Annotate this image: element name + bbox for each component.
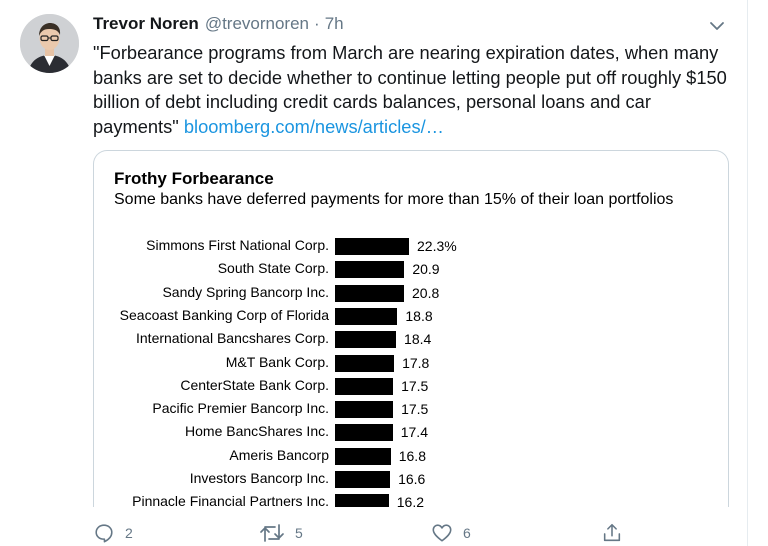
retweet-icon bbox=[259, 522, 285, 544]
bar-label: International Bancshares Corp. bbox=[136, 330, 329, 347]
bar-label: Sandy Spring Bancorp Inc. bbox=[162, 283, 329, 300]
bar-label: Pacific Premier Bancorp Inc. bbox=[152, 400, 329, 417]
bar-value-label: 16.8 bbox=[398, 447, 426, 464]
bar-value-label: 17.8 bbox=[402, 354, 430, 371]
chart-row: Ameris Bancorp 16.8 bbox=[94, 445, 728, 468]
bar-value-label: 17.5 bbox=[401, 401, 429, 418]
like-icon bbox=[431, 522, 453, 544]
bar-value-label: 17.5 bbox=[401, 377, 429, 394]
retweet-button[interactable]: 5 bbox=[259, 522, 303, 544]
bar-label: South State Corp. bbox=[217, 260, 329, 277]
chart-title: Frothy Forbearance bbox=[114, 169, 274, 188]
action-bar: 2 5 6 bbox=[0, 516, 748, 546]
bar-value-label: 20.8 bbox=[412, 284, 440, 301]
chart-row: Investors Bancorp Inc. 16.6 bbox=[94, 468, 728, 491]
bar bbox=[335, 401, 394, 419]
like-button[interactable]: 6 bbox=[431, 522, 471, 544]
bar-value-label: 18.8 bbox=[405, 307, 433, 324]
tweet[interactable]: Trevor Noren @trevornoren · 7h "Forbeara… bbox=[0, 0, 768, 546]
chart-row: Sandy Spring Bancorp Inc. 20.8 bbox=[94, 282, 728, 305]
tweet-header: Trevor Noren @trevornoren · 7h bbox=[93, 14, 344, 38]
separator-dot: · bbox=[314, 14, 320, 33]
article-link[interactable]: bloomberg.com/news/articles/… bbox=[184, 116, 444, 137]
like-count: 6 bbox=[463, 525, 471, 541]
chart-row: International Bancshares Corp. 18.4 bbox=[94, 328, 728, 351]
timeline-divider bbox=[747, 0, 748, 546]
bar-value-label: 22.3% bbox=[417, 238, 457, 254]
bar-label: Home BancShares Inc. bbox=[185, 423, 329, 440]
bar-value-label: 16.2 bbox=[396, 494, 424, 507]
bar bbox=[335, 307, 398, 325]
bar-label: M&T Bank Corp. bbox=[225, 353, 329, 370]
chart-row: Pacific Premier Bancorp Inc. 17.5 bbox=[94, 398, 728, 421]
bar-label: Ameris Bancorp bbox=[229, 446, 329, 463]
bar bbox=[335, 284, 405, 302]
reply-count: 2 bbox=[125, 525, 133, 541]
share-icon bbox=[601, 522, 623, 544]
retweet-count: 5 bbox=[295, 525, 303, 541]
bar-label: Seacoast Banking Corp of Florida bbox=[119, 306, 329, 323]
bar-label: Pinnacle Financial Partners Inc. bbox=[132, 493, 329, 507]
bar-label: Simmons First National Corp. bbox=[146, 237, 329, 253]
chart-row: CenterState Bank Corp. 17.5 bbox=[94, 375, 728, 398]
bar bbox=[335, 424, 393, 442]
author-handle[interactable]: @trevornoren bbox=[205, 14, 309, 34]
author-name[interactable]: Trevor Noren bbox=[93, 14, 199, 34]
chart-row: South State Corp. 20.9 bbox=[94, 258, 728, 281]
bar bbox=[335, 354, 395, 372]
bar bbox=[335, 238, 409, 255]
bar bbox=[335, 261, 405, 279]
chart-row: M&T Bank Corp. 17.8 bbox=[94, 352, 728, 375]
bar bbox=[335, 471, 391, 488]
bar-label: CenterState Bank Corp. bbox=[180, 376, 329, 393]
share-button[interactable] bbox=[601, 522, 623, 544]
timestamp[interactable]: 7h bbox=[325, 14, 344, 34]
chart-row: Pinnacle Financial Partners Inc. 16.2 bbox=[94, 491, 728, 507]
bar bbox=[335, 331, 397, 349]
tweet-text: "Forbearance programs from March are nea… bbox=[93, 41, 733, 139]
bar-value-label: 18.4 bbox=[404, 331, 432, 348]
bar-value-label: 16.6 bbox=[398, 471, 426, 487]
chart-row: Seacoast Banking Corp of Florida 18.8 bbox=[94, 305, 728, 328]
bar-label: Investors Bancorp Inc. bbox=[189, 470, 329, 486]
avatar[interactable] bbox=[20, 14, 79, 73]
bar bbox=[335, 494, 389, 507]
bar-value-label: 17.4 bbox=[400, 424, 428, 441]
bar bbox=[335, 447, 391, 465]
chevron-down-icon[interactable] bbox=[707, 16, 727, 36]
reply-button[interactable]: 2 bbox=[93, 522, 133, 544]
bar bbox=[335, 377, 394, 395]
chart-subtitle: Some banks have deferred payments for mo… bbox=[114, 191, 674, 208]
reply-icon bbox=[93, 522, 115, 544]
chart-row: Simmons First National Corp. 22.3% bbox=[94, 235, 728, 258]
chart-row: Home BancShares Inc. 17.4 bbox=[94, 421, 728, 444]
chart-card[interactable]: Frothy Forbearance Some banks have defer… bbox=[93, 150, 729, 507]
bar-value-label: 20.9 bbox=[412, 261, 440, 278]
